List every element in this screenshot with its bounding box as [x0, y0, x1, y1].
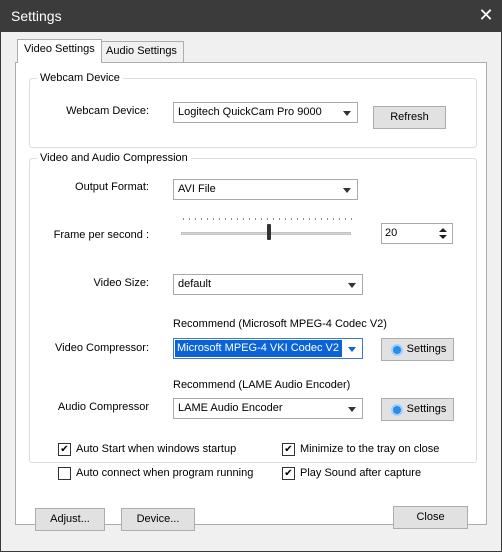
fps-slider-track[interactable]	[181, 232, 351, 235]
spin-down-icon[interactable]	[439, 235, 447, 239]
refresh-button[interactable]: Refresh	[373, 106, 446, 129]
chevron-down-icon	[343, 188, 351, 193]
device-button[interactable]: Device...	[121, 508, 195, 531]
video-compressor-select[interactable]: Microsoft MPEG-4 VKI Codec V2	[173, 338, 363, 359]
refresh-button-label: Refresh	[390, 111, 429, 123]
dialog-client: Video Settings Audio Settings Webcam Dev…	[1, 32, 501, 551]
slider-tick	[333, 218, 334, 220]
gear-icon	[391, 404, 403, 416]
output-format-label: Output Format:	[75, 181, 149, 193]
fps-slider-ticks	[183, 218, 352, 221]
slider-tick	[345, 218, 346, 220]
webcam-device-label: Webcam Device:	[66, 105, 149, 117]
chevron-down-icon	[343, 111, 351, 116]
minimize-to-tray-label: Minimize to the tray on close	[300, 443, 440, 455]
slider-tick	[327, 218, 328, 220]
title-bar: Settings ✕	[0, 0, 502, 32]
fps-value: 20	[385, 227, 398, 239]
slider-tick	[213, 218, 214, 220]
slider-tick	[183, 218, 184, 220]
audio-settings-label: Settings	[406, 403, 447, 415]
video-size-label: Video Size:	[93, 277, 149, 289]
slider-tick	[237, 218, 238, 220]
fps-spinbox[interactable]: 20	[381, 223, 453, 244]
webcam-device-value: Logitech QuickCam Pro 9000	[178, 106, 322, 118]
slider-tick	[201, 218, 202, 220]
spin-up-icon[interactable]	[439, 228, 447, 232]
output-format-value: AVI File	[178, 183, 216, 195]
video-size-select[interactable]: default	[173, 274, 363, 295]
webcam-device-select[interactable]: Logitech QuickCam Pro 9000	[173, 102, 358, 123]
audio-compressor-select[interactable]: LAME Audio Encoder	[173, 398, 363, 419]
slider-tick	[279, 218, 280, 220]
auto-start-checkbox[interactable]	[58, 443, 71, 456]
output-format-select[interactable]: AVI File	[173, 179, 358, 200]
slider-tick	[195, 218, 196, 220]
adjust-button[interactable]: Adjust...	[35, 508, 105, 531]
slider-tick	[285, 218, 286, 220]
slider-tick	[315, 218, 316, 220]
fps-label: Frame per second :	[53, 229, 149, 241]
video-recommend-text: Recommend (Microsoft MPEG-4 Codec V2)	[173, 318, 387, 330]
window-title: Settings	[11, 8, 62, 24]
close-button-label: Close	[416, 511, 445, 523]
slider-tick	[225, 218, 226, 220]
close-icon[interactable]: ✕	[470, 0, 502, 32]
slider-tick	[297, 218, 298, 220]
slider-tick	[261, 218, 262, 220]
chevron-down-icon	[348, 347, 356, 352]
slider-tick	[291, 218, 292, 220]
audio-compressor-label: Audio Compressor	[57, 401, 149, 413]
video-size-value: default	[178, 278, 212, 290]
compression-group-legend: Video and Audio Compression	[40, 152, 188, 164]
video-settings-button[interactable]: Settings	[381, 338, 454, 361]
slider-tick	[303, 218, 304, 220]
play-sound-checkbox[interactable]	[282, 467, 295, 480]
video-compressor-label: Video Compressor:	[55, 342, 149, 354]
chevron-down-icon	[348, 283, 356, 288]
slider-tick	[309, 218, 310, 220]
audio-settings-button[interactable]: Settings	[381, 398, 454, 421]
close-button[interactable]: Close	[393, 506, 468, 529]
device-button-label: Device...	[136, 513, 180, 525]
audio-recommend-text: Recommend (LAME Audio Encoder)	[173, 379, 351, 391]
slider-tick	[255, 218, 256, 220]
minimize-to-tray-checkbox[interactable]	[282, 443, 295, 456]
gear-icon	[391, 344, 403, 356]
slider-tick	[249, 218, 250, 220]
video-settings-label: Settings	[406, 343, 447, 355]
slider-tick	[243, 218, 244, 220]
slider-tick	[219, 218, 220, 220]
auto-connect-checkbox[interactable]	[58, 467, 71, 480]
audio-compressor-value: LAME Audio Encoder	[178, 402, 283, 414]
webcam-group-legend: Webcam Device	[40, 72, 120, 84]
slider-tick	[231, 218, 232, 220]
auto-start-label: Auto Start when windows startup	[76, 443, 237, 455]
slider-tick	[273, 218, 274, 220]
fps-slider-thumb[interactable]	[267, 224, 272, 240]
slider-tick	[189, 218, 190, 220]
slider-tick	[321, 218, 322, 220]
chevron-down-icon	[348, 407, 356, 412]
auto-connect-label: Auto connect when program running	[76, 467, 254, 479]
adjust-button-label: Adjust...	[50, 513, 90, 525]
slider-tick	[351, 218, 352, 220]
slider-tick	[207, 218, 208, 220]
play-sound-label: Play Sound after capture	[300, 467, 422, 479]
slider-tick	[339, 218, 340, 220]
slider-tick	[267, 218, 268, 220]
video-compressor-value: Microsoft MPEG-4 VKI Codec V2	[174, 339, 343, 358]
